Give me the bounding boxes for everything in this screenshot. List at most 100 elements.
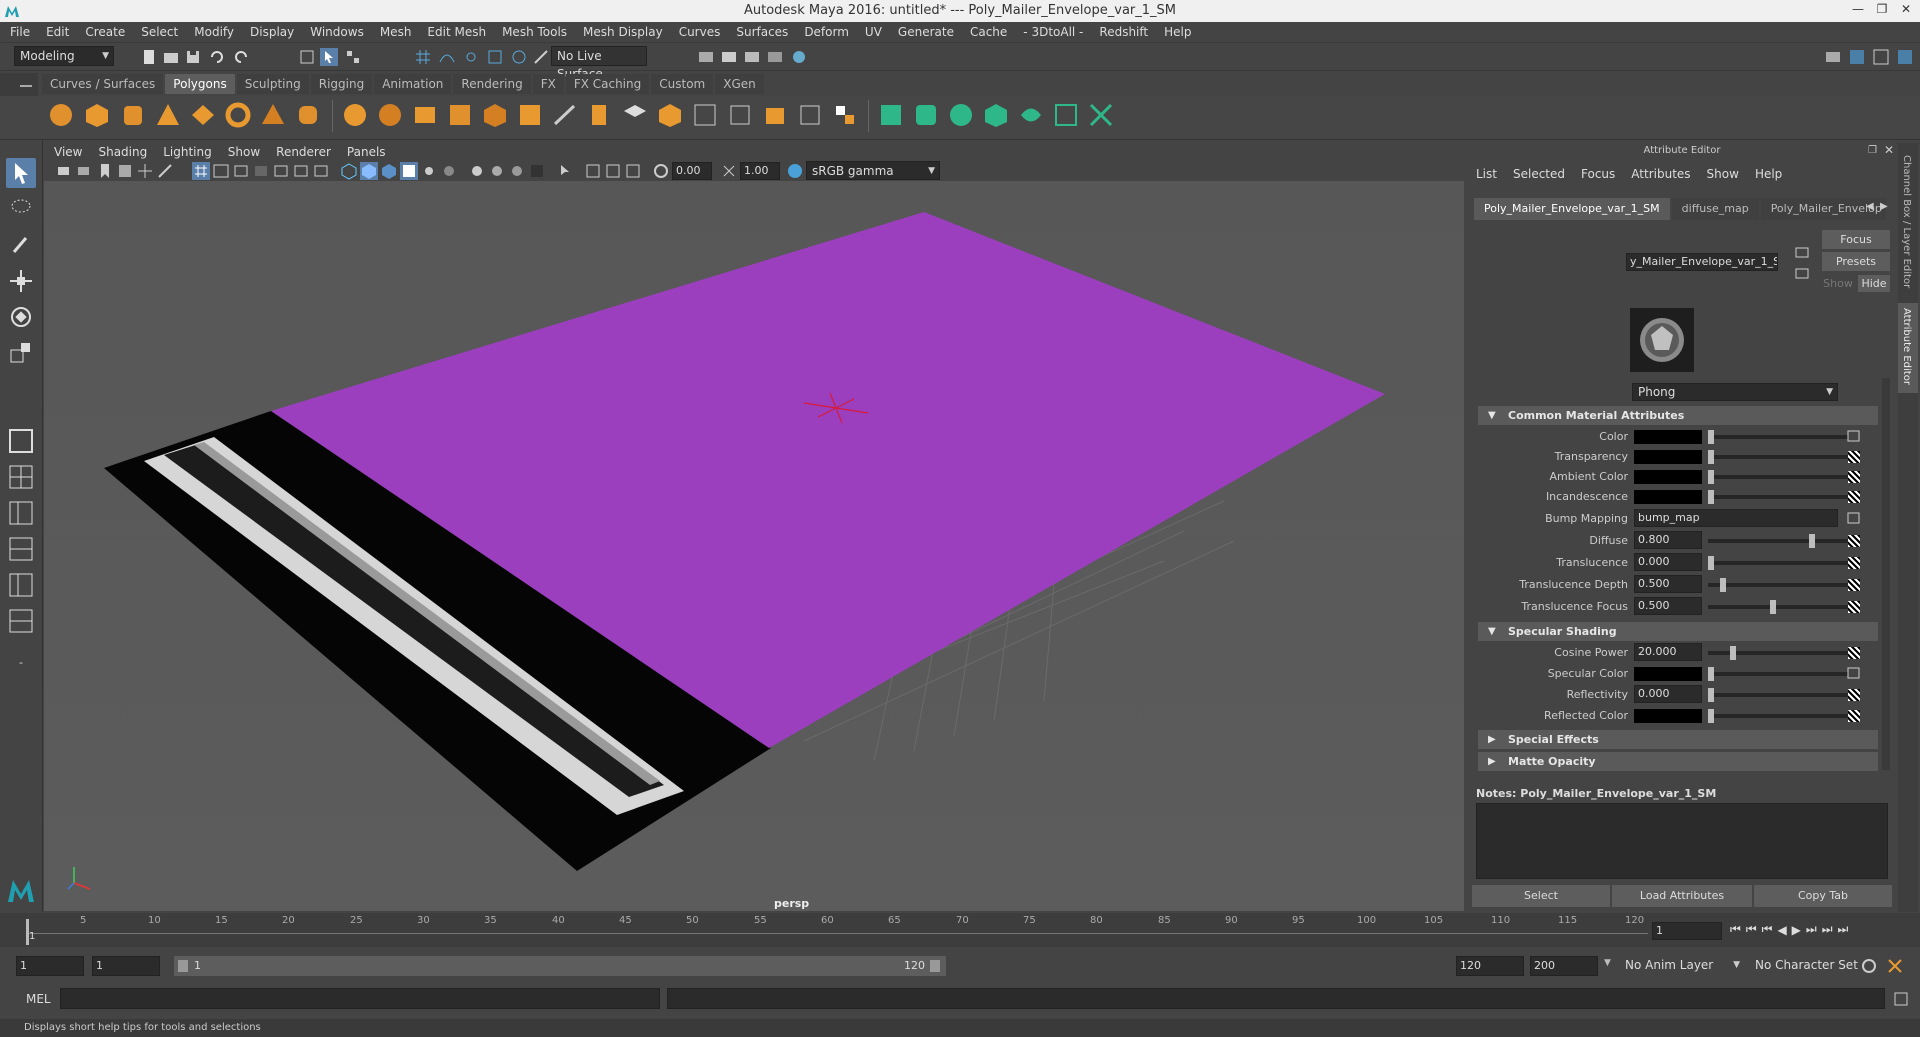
snap-point-icon[interactable] (462, 48, 480, 66)
map-button-icon[interactable] (1848, 451, 1860, 463)
shelf-tab-custom[interactable]: Custom (651, 74, 714, 94)
select-by-component-icon[interactable] (344, 48, 362, 66)
ambient-color-slider[interactable] (1708, 470, 1848, 484)
menu-edit[interactable]: Edit (38, 22, 77, 43)
shelf-tab-rendering[interactable]: Rendering (453, 74, 531, 94)
poly-plane-icon[interactable] (190, 102, 216, 128)
grease-pencil-icon[interactable] (156, 162, 174, 180)
live-surface-field[interactable]: No Live Surface (551, 46, 647, 81)
show-button[interactable]: Show (1822, 275, 1854, 292)
make-live-icon[interactable] (532, 48, 550, 66)
xray-components-icon[interactable] (624, 162, 642, 180)
isolate-select-icon[interactable] (556, 162, 574, 180)
map-button-icon[interactable] (1848, 601, 1860, 613)
connected-map-icon[interactable] (1845, 664, 1863, 682)
viewport-menu-panels[interactable]: Panels (339, 145, 394, 159)
poly-cone-icon[interactable] (155, 102, 181, 128)
insert-edge-loop-icon[interactable] (727, 102, 753, 128)
go-to-start-icon[interactable]: ⏮ (1730, 922, 1741, 937)
step-back-key-icon[interactable]: ⏮ (1762, 922, 1773, 937)
range-end-handle[interactable] (930, 960, 940, 972)
snap-view-plane-icon[interactable] (486, 48, 504, 66)
shelf-tab-fx[interactable]: FX (532, 74, 564, 94)
lasso-tool-icon[interactable] (6, 194, 36, 224)
scale-tool-icon[interactable] (6, 338, 36, 368)
ae-menu-focus[interactable]: Focus (1573, 167, 1623, 181)
step-forward-frame-icon[interactable]: ⏭ (1822, 922, 1833, 937)
menu-deform[interactable]: Deform (796, 22, 857, 43)
slider-handle[interactable] (1809, 534, 1815, 548)
ambient-color-swatch[interactable] (1634, 470, 1702, 484)
map-button-icon[interactable] (1848, 471, 1860, 483)
notes-textarea[interactable] (1476, 803, 1888, 879)
2d-pan-zoom-icon[interactable] (136, 162, 154, 180)
combine-icon[interactable] (342, 102, 368, 128)
reflected-color-slider[interactable] (1708, 709, 1848, 723)
translucence-depth-slider[interactable] (1708, 578, 1848, 592)
uv-automatic-icon[interactable] (983, 102, 1009, 128)
wireframe-icon[interactable] (340, 162, 358, 180)
quad-draw-icon[interactable] (832, 102, 858, 128)
multi-cut-icon[interactable] (692, 102, 718, 128)
viewport-menu-view[interactable]: View (46, 145, 90, 159)
command-language-label[interactable]: MEL (26, 992, 51, 1006)
script-editor-icon[interactable] (1892, 990, 1910, 1008)
channel-box-toggle-icon[interactable] (1896, 48, 1914, 66)
connected-map-icon[interactable] (1845, 427, 1863, 445)
input-connections-icon[interactable] (1793, 243, 1811, 261)
render-frame-icon[interactable] (720, 48, 738, 66)
hypershade-icon[interactable] (790, 48, 808, 66)
ae-menu-help[interactable]: Help (1747, 167, 1790, 181)
command-input[interactable] (60, 988, 660, 1009)
play-backwards-icon[interactable]: ◀ (1777, 923, 1786, 937)
anim-layer-dropdown[interactable]: No Anim Layer ▼ (1620, 956, 1744, 976)
load-attributes-button[interactable]: Load Attributes (1612, 885, 1752, 907)
hide-button[interactable]: Hide (1858, 275, 1890, 292)
ae-menu-show[interactable]: Show (1699, 167, 1747, 181)
menu-display[interactable]: Display (242, 22, 302, 43)
screen-space-ao-icon[interactable] (468, 162, 486, 180)
focus-button[interactable]: Focus (1822, 230, 1890, 249)
poly-cylinder-icon[interactable] (120, 102, 146, 128)
menu-redshift[interactable]: Redshift (1091, 22, 1156, 43)
uv-cut-sew-icon[interactable] (1088, 102, 1114, 128)
ipr-render-icon[interactable] (743, 48, 761, 66)
reflectivity-field[interactable]: 0.000 (1634, 685, 1702, 703)
safe-title-icon[interactable] (312, 162, 330, 180)
minimize-icon[interactable]: — (1846, 2, 1870, 18)
presets-button[interactable]: Presets (1822, 252, 1890, 271)
attribute-editor-toggle-icon[interactable] (1848, 48, 1866, 66)
diffuse-slider[interactable] (1708, 534, 1848, 548)
poly-pipe-icon[interactable] (295, 102, 321, 128)
undo-icon[interactable] (208, 48, 226, 66)
cosine-power-field[interactable]: 20.000 (1634, 643, 1702, 661)
time-slider[interactable]: 1 5 10 15 20 25 30 35 40 45 50 55 60 65 … (0, 913, 1920, 947)
close-panel-icon[interactable]: ✕ (1884, 143, 1894, 157)
menu-curves[interactable]: Curves (671, 22, 729, 43)
menu-3dtoall[interactable]: - 3DtoAll - (1015, 22, 1091, 43)
specular-shading-section[interactable]: ▼ Specular Shading (1478, 622, 1878, 641)
menu-mesh-tools[interactable]: Mesh Tools (494, 22, 575, 43)
matte-opacity-section[interactable]: ▶ Matte Opacity (1478, 752, 1878, 771)
range-slider[interactable]: 1 120 (174, 956, 946, 976)
smooth-icon[interactable] (447, 102, 473, 128)
menu-mesh[interactable]: Mesh (372, 22, 420, 43)
output-connections-icon[interactable] (1793, 264, 1811, 282)
uv-unfold-icon[interactable] (1018, 102, 1044, 128)
color-management-icon[interactable] (786, 162, 804, 180)
shelf-tab-curves-surfaces[interactable]: Curves / Surfaces (42, 74, 164, 94)
tab-scroll-left-icon[interactable]: ◀ (1866, 201, 1874, 212)
step-back-frame-icon[interactable]: ⏮ (1746, 922, 1757, 937)
film-gate-icon[interactable] (212, 162, 230, 180)
ae-menu-selected[interactable]: Selected (1505, 167, 1573, 181)
image-plane-icon[interactable] (116, 162, 134, 180)
menu-cache[interactable]: Cache (962, 22, 1015, 43)
playback-end-field[interactable]: 120 (1456, 956, 1524, 976)
map-button-icon[interactable] (1848, 710, 1860, 722)
reflected-color-swatch[interactable] (1634, 709, 1702, 723)
translucence-focus-field[interactable]: 0.500 (1634, 597, 1702, 615)
mode-dropdown[interactable]: Modeling ▼ (14, 46, 114, 66)
auto-key-icon[interactable] (1860, 957, 1878, 975)
persp-outliner-layout-icon[interactable] (6, 498, 36, 528)
camera-attributes-icon[interactable] (76, 162, 94, 180)
